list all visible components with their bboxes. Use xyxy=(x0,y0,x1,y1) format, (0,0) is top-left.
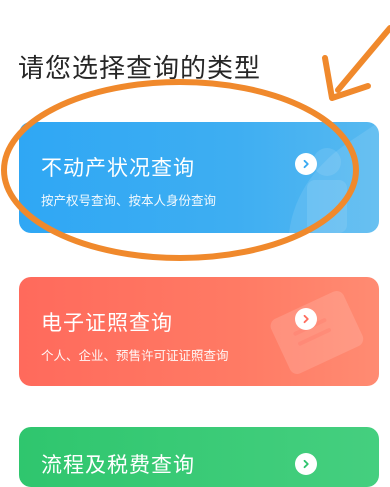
property-status-query-card[interactable]: 不动产状况查询 按产权号查询、按本人身份查询 xyxy=(19,122,379,233)
card-title: 流程及税费查询 xyxy=(41,453,195,477)
annotation-arrow-head xyxy=(322,55,371,101)
card-subtitle: 按产权号查询、按本人身份查询 xyxy=(41,193,217,208)
chevron-right-icon[interactable] xyxy=(295,308,317,330)
process-tax-query-card[interactable]: 流程及税费查询 xyxy=(19,427,379,487)
e-certificate-query-card[interactable]: 电子证照查询 个人、企业、预售许可证证照查询 xyxy=(19,277,379,386)
page-heading: 请您选择查询的类型 xyxy=(18,54,262,84)
building-decoration xyxy=(289,122,379,233)
chevron-right-icon[interactable] xyxy=(295,453,317,475)
card-title: 电子证照查询 xyxy=(41,311,173,335)
card-subtitle: 个人、企业、预售许可证证照查询 xyxy=(41,348,229,363)
annotation-arrow-shaft xyxy=(335,25,390,93)
certificate-decoration xyxy=(270,291,364,374)
chevron-right-icon[interactable] xyxy=(295,153,317,175)
card-title: 不动产状况查询 xyxy=(41,156,195,180)
